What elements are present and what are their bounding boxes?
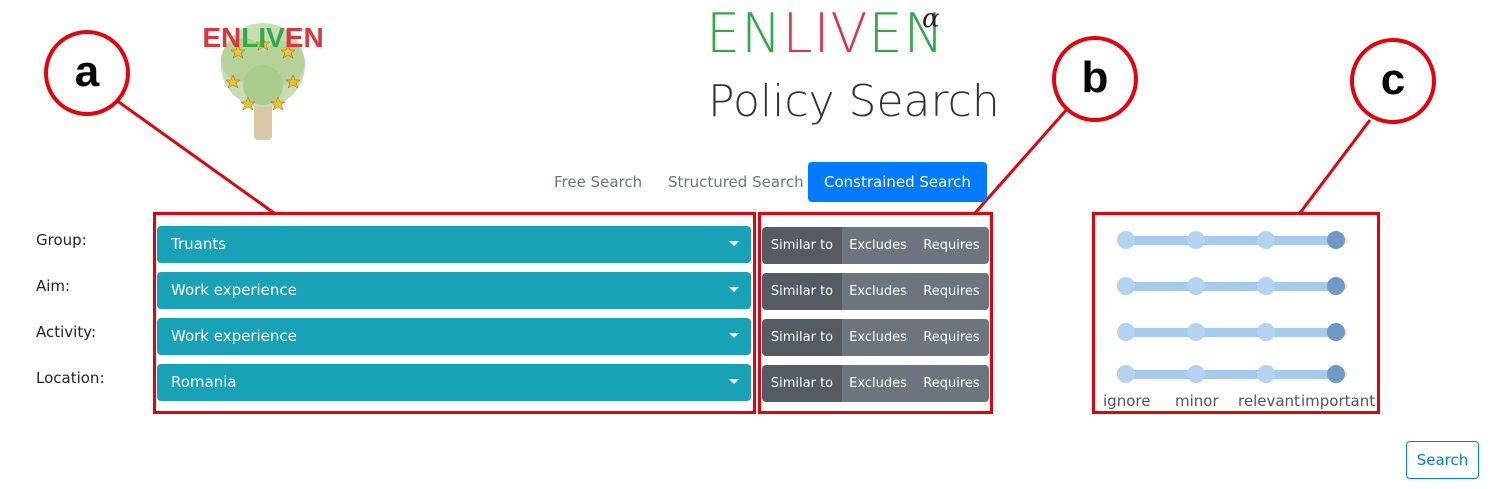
tab-structured-search[interactable]: Structured Search — [652, 162, 820, 202]
annotation-label-c: c — [1350, 38, 1436, 124]
annotation-label-a: a — [44, 30, 130, 116]
tab-constrained-search[interactable]: Constrained Search — [808, 162, 987, 202]
page-title: Policy Search — [708, 76, 1000, 127]
annotation-box-b — [758, 212, 993, 414]
tab-free-search[interactable]: Free Search — [538, 162, 658, 202]
row-label-activity: Activity: — [36, 323, 97, 341]
row-label-group: Group: — [36, 231, 87, 249]
search-button[interactable]: Search — [1406, 441, 1479, 479]
annotation-box-c — [1092, 212, 1380, 414]
annotation-box-a — [153, 212, 756, 414]
enliven-logo: ENLIVEN — [202, 22, 324, 140]
row-label-aim: Aim: — [36, 277, 71, 295]
alpha-symbol: α — [922, 4, 940, 34]
app-brand: ENLIVEN — [706, 4, 945, 64]
row-label-location: Location: — [36, 369, 105, 387]
brand-part-1: EN — [706, 2, 783, 65]
brand-part-2: LIV — [782, 2, 869, 65]
logo-text: ENLIVEN — [202, 22, 323, 53]
annotation-label-b: b — [1052, 36, 1138, 122]
